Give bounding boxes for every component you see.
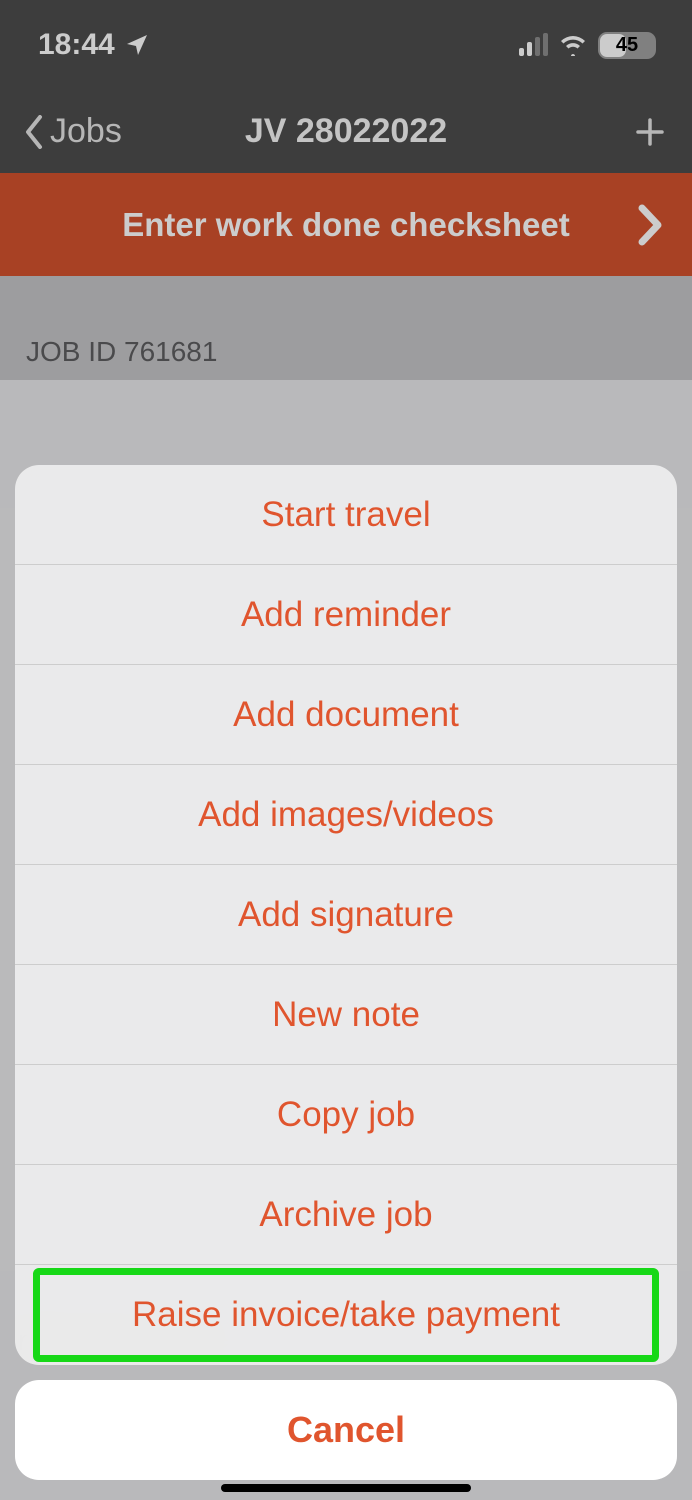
action-label: Raise invoice/take payment — [132, 1295, 560, 1335]
action-copy-job[interactable]: Copy job — [15, 1065, 677, 1165]
status-right: 45 — [519, 32, 656, 59]
cancel-label: Cancel — [287, 1409, 405, 1451]
back-label: Jobs — [50, 112, 122, 151]
action-label: Add images/videos — [198, 795, 494, 835]
section-gap — [0, 276, 692, 336]
action-add-reminder[interactable]: Add reminder — [15, 565, 677, 665]
action-sheet-group: Start travel Add reminder Add document A… — [15, 465, 677, 1365]
add-button[interactable] — [632, 114, 668, 150]
action-add-images-videos[interactable]: Add images/videos — [15, 765, 677, 865]
action-add-signature[interactable]: Add signature — [15, 865, 677, 965]
status-bar: 18:44 45 — [0, 0, 692, 90]
chevron-right-icon — [636, 204, 664, 246]
action-label: New note — [272, 995, 420, 1035]
status-left: 18:44 — [38, 28, 149, 62]
back-button[interactable]: Jobs — [24, 112, 122, 151]
banner-label: Enter work done checksheet — [122, 206, 569, 244]
action-label: Add reminder — [241, 595, 451, 635]
action-label: Add signature — [238, 895, 454, 935]
nav-bar: Jobs JV 28022022 — [0, 90, 692, 173]
location-icon — [125, 33, 149, 57]
action-new-note[interactable]: New note — [15, 965, 677, 1065]
wifi-icon — [558, 34, 588, 56]
checksheet-banner[interactable]: Enter work done checksheet — [0, 173, 692, 276]
action-label: Archive job — [259, 1195, 432, 1235]
battery-level: 45 — [616, 35, 638, 55]
action-start-travel[interactable]: Start travel — [15, 465, 677, 565]
cancel-button[interactable]: Cancel — [15, 1380, 677, 1480]
action-archive-job[interactable]: Archive job — [15, 1165, 677, 1265]
action-raise-invoice[interactable]: Raise invoice/take payment — [15, 1265, 677, 1365]
action-label: Add document — [233, 695, 459, 735]
action-label: Copy job — [277, 1095, 415, 1135]
home-indicator — [221, 1484, 471, 1492]
action-sheet: Start travel Add reminder Add document A… — [15, 465, 677, 1480]
action-label: Start travel — [261, 495, 430, 535]
battery-icon: 45 — [598, 32, 656, 59]
status-time: 18:44 — [38, 28, 115, 62]
signal-icon — [519, 34, 548, 56]
action-add-document[interactable]: Add document — [15, 665, 677, 765]
